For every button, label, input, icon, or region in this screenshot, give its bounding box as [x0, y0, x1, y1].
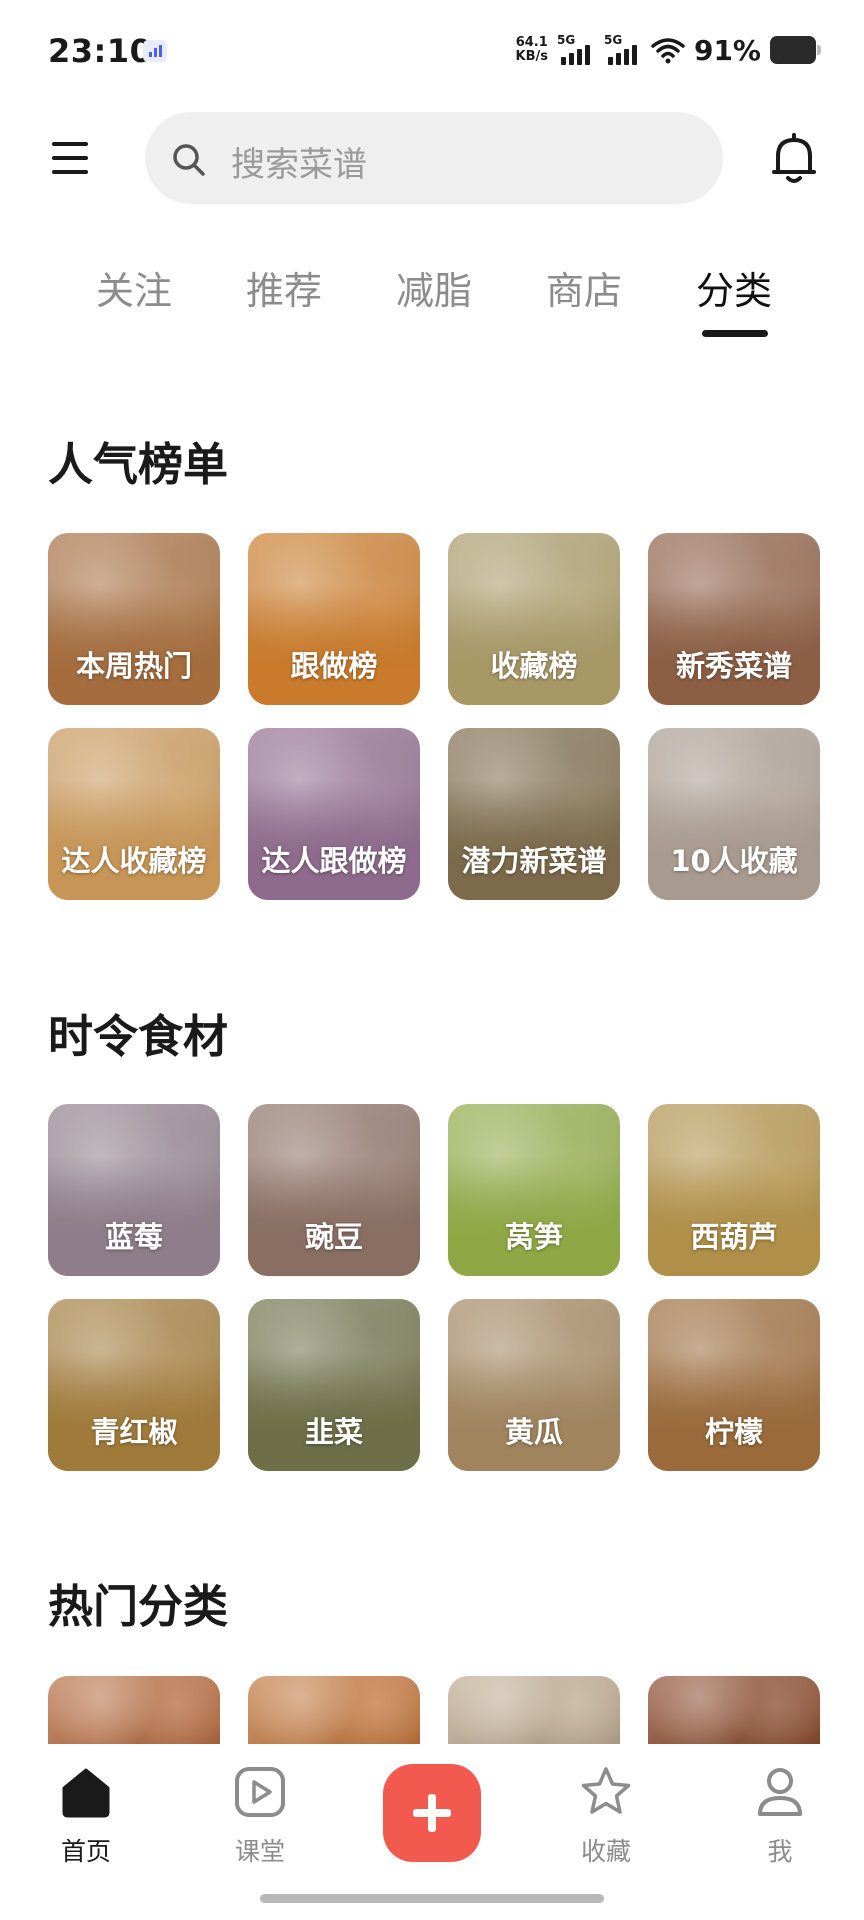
- section-title-hot-categories: 热门分类: [48, 1580, 229, 1633]
- category-label: 莴笋: [504, 1220, 563, 1254]
- wifi-icon: [651, 38, 685, 64]
- category-tile[interactable]: [48, 1676, 220, 1744]
- category-image: [48, 1676, 220, 1744]
- activity-indicator-icon: [143, 40, 167, 62]
- category-tile[interactable]: 新秀菜谱: [648, 533, 820, 705]
- category-label: 豌豆: [304, 1220, 363, 1254]
- category-tile[interactable]: 本周热门: [48, 533, 220, 705]
- category-image: [448, 1676, 620, 1744]
- nav-home[interactable]: 首页: [26, 1764, 146, 1868]
- search-input[interactable]: 搜索菜谱: [145, 112, 723, 204]
- category-label: 达人跟做榜: [261, 844, 407, 878]
- category-image: [248, 1676, 420, 1744]
- signal-icon: 5G: [604, 33, 642, 67]
- category-label: 韭菜: [304, 1415, 363, 1449]
- section-title-popular-rankings: 人气榜单: [48, 438, 229, 491]
- nav-classroom[interactable]: 课堂: [200, 1764, 320, 1868]
- nav-me-label: 我: [767, 1837, 793, 1866]
- category-tile[interactable]: 韭菜: [248, 1299, 420, 1471]
- person-icon: [758, 1768, 802, 1816]
- status-bar: 23:10 64.1 KB/s 5G 5G 91%: [0, 0, 864, 100]
- bell-icon[interactable]: [768, 132, 820, 186]
- category-label: 本周热门: [75, 649, 192, 683]
- add-recipe-button[interactable]: [383, 1764, 481, 1862]
- category-label: 青红椒: [90, 1415, 178, 1449]
- category-label: 跟做榜: [290, 649, 378, 683]
- tab-recommended[interactable]: 推荐: [224, 260, 344, 315]
- category-tile[interactable]: 青红椒: [48, 1299, 220, 1471]
- popular-rankings-grid: 本周热门 跟做榜 收藏榜 新秀菜谱达人收藏榜 达人跟做榜 潜力新菜谱 10人收藏: [48, 533, 820, 900]
- category-tile[interactable]: 达人跟做榜: [248, 728, 420, 900]
- search-placeholder: 搜索菜谱: [231, 145, 367, 185]
- tab-following[interactable]: 关注: [74, 260, 194, 315]
- category-image: [648, 1676, 820, 1744]
- category-tile[interactable]: [648, 1676, 820, 1744]
- battery-icon: [770, 36, 821, 64]
- tab-categories[interactable]: 分类: [674, 260, 794, 315]
- search-icon: [173, 144, 205, 176]
- category-tile[interactable]: 跟做榜: [248, 533, 420, 705]
- star-icon: [581, 1767, 631, 1814]
- category-tile[interactable]: 柠檬: [648, 1299, 820, 1471]
- category-tile[interactable]: [248, 1676, 420, 1744]
- category-label: 柠檬: [704, 1415, 763, 1449]
- category-tile[interactable]: 蓝莓: [48, 1104, 220, 1276]
- category-label: 10人收藏: [670, 844, 798, 878]
- home-icon: [62, 1768, 110, 1818]
- network-speed: 64.1 KB/s: [515, 35, 548, 64]
- section-title-seasonal-ingredients: 时令食材: [48, 1010, 229, 1063]
- seasonal-ingredients-grid: 蓝莓 豌豆 莴笋 西葫芦青红椒 韭菜 黄瓜 柠檬: [48, 1104, 820, 1471]
- category-tile[interactable]: 西葫芦: [648, 1104, 820, 1276]
- category-tile[interactable]: 10人收藏: [648, 728, 820, 900]
- nav-classroom-label: 课堂: [234, 1837, 285, 1866]
- play-icon: [235, 1767, 285, 1817]
- home-indicator: [260, 1894, 604, 1903]
- category-label: 西葫芦: [690, 1220, 778, 1254]
- category-tile[interactable]: [448, 1676, 620, 1744]
- category-tile[interactable]: 豌豆: [248, 1104, 420, 1276]
- category-label: 新秀菜谱: [675, 649, 792, 683]
- status-time: 23:10: [48, 32, 153, 70]
- category-tile[interactable]: 潜力新菜谱: [448, 728, 620, 900]
- tab-store[interactable]: 商店: [524, 260, 644, 315]
- nav-home-label: 首页: [60, 1837, 111, 1866]
- status-icons: 64.1 KB/s 5G 5G 91%: [515, 30, 821, 70]
- category-label: 达人收藏榜: [61, 844, 207, 878]
- category-label: 潜力新菜谱: [461, 844, 607, 878]
- tab-fat-loss[interactable]: 减脂: [374, 260, 494, 315]
- category-tile[interactable]: 莴笋: [448, 1104, 620, 1276]
- active-tab-indicator: [702, 330, 768, 337]
- category-label: 收藏榜: [490, 649, 578, 683]
- category-tile[interactable]: 达人收藏榜: [48, 728, 220, 900]
- category-label: 蓝莓: [104, 1220, 163, 1254]
- category-tile[interactable]: 收藏榜: [448, 533, 620, 705]
- nav-favorites-label: 收藏: [580, 1837, 631, 1866]
- nav-me[interactable]: 我: [720, 1764, 840, 1868]
- category-label: 黄瓜: [504, 1415, 563, 1449]
- category-tabs: 关注 推荐 减脂 商店 分类: [0, 250, 864, 340]
- battery-percent: 91%: [693, 33, 761, 67]
- hamburger-menu-icon[interactable]: [48, 138, 92, 178]
- signal-icon: 5G: [557, 33, 595, 67]
- nav-favorites[interactable]: 收藏: [546, 1764, 666, 1868]
- hot-categories-grid: [48, 1676, 820, 1748]
- category-tile[interactable]: 黄瓜: [448, 1299, 620, 1471]
